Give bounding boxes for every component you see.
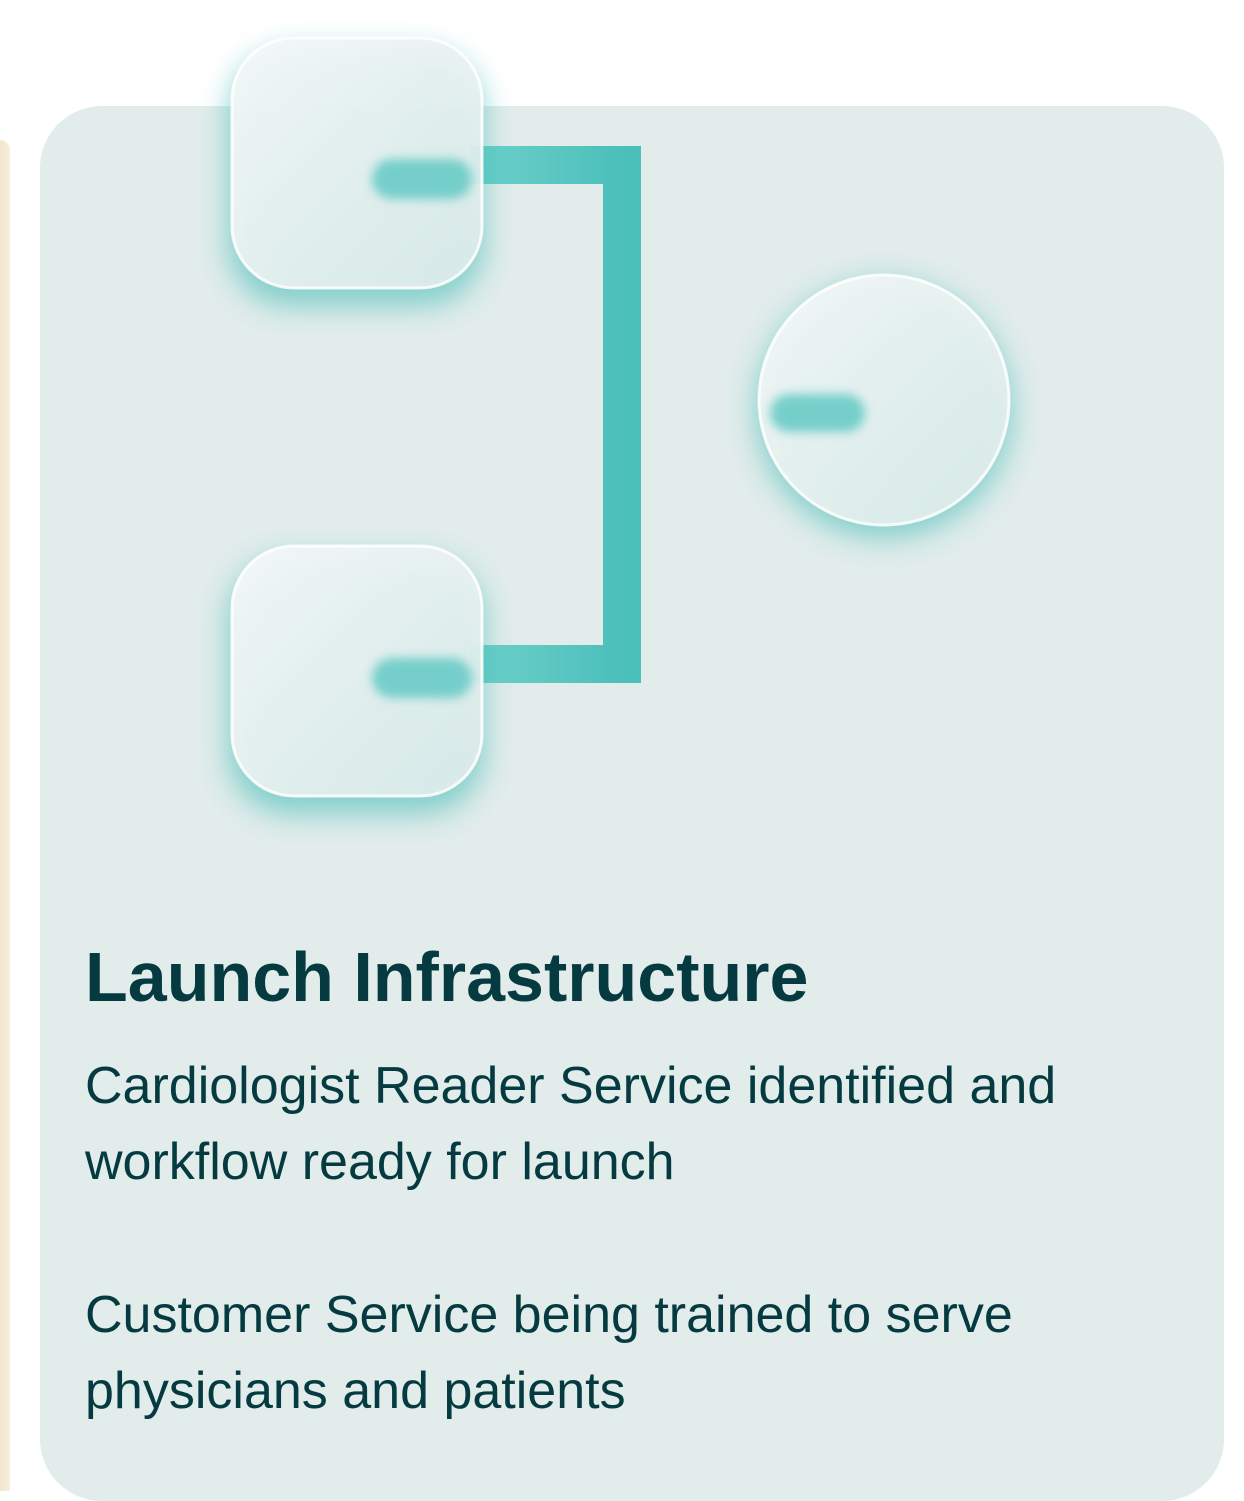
network-diagram-icon [228,36,1012,814]
card-description-customer-service: Customer Service being trained to serve … [85,1286,1013,1420]
bottom-square-node [228,544,484,814]
connector-lines [470,146,800,683]
circle-node [756,273,1012,538]
card-description-reader-service: Cardiologist Reader Service identified a… [85,1057,1057,1191]
card-title: Launch Infrastructure [85,938,809,1016]
top-square-node [228,36,484,306]
